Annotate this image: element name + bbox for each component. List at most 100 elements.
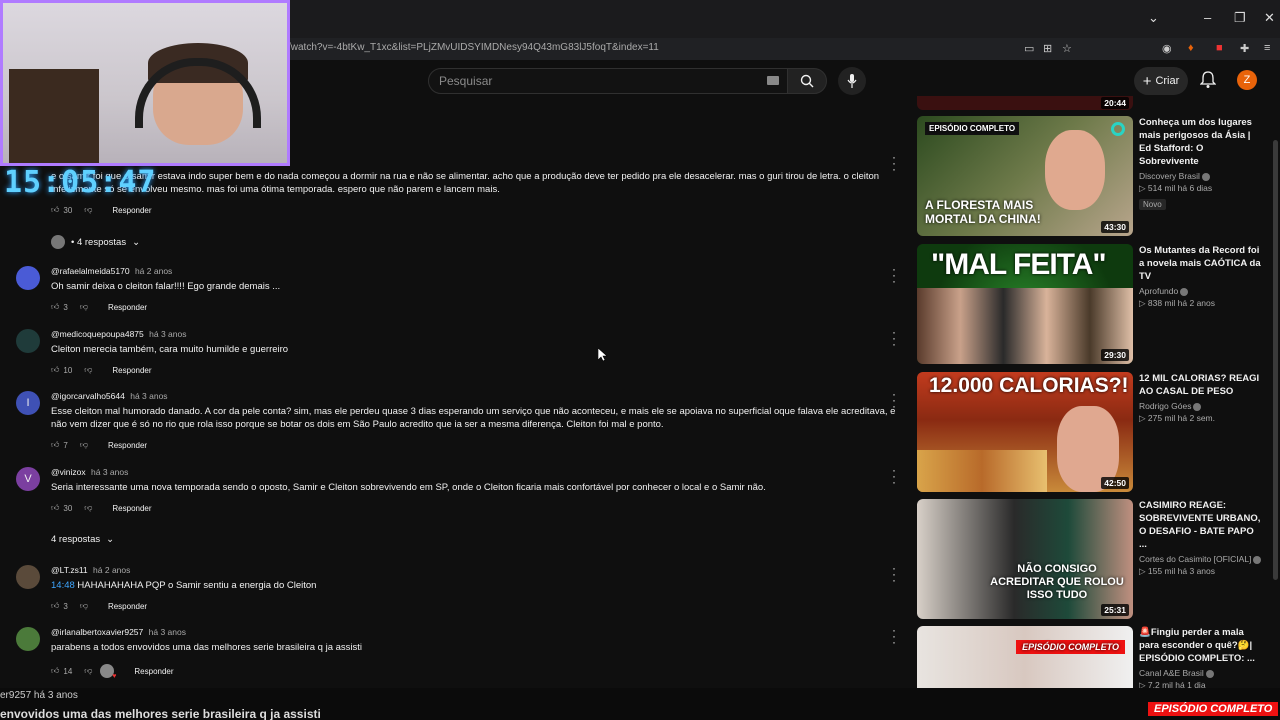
video-thumbnail[interactable]: "MAL FEITA" 29:30 (917, 244, 1133, 364)
url-text[interactable]: /watch?v=-4btKw_T1xc&list=PLjZMvUIDSYIMD… (288, 42, 659, 53)
search-input[interactable]: Pesquisar (439, 74, 492, 88)
voice-search-button[interactable] (838, 67, 866, 95)
comment: @medicoquepoupa4875 há 3 anos Cleiton me… (16, 326, 906, 379)
comment-author[interactable]: @igorcarvalho5644 (51, 391, 125, 401)
dislike-icon[interactable]: 👎︎ (80, 601, 88, 611)
comment-time[interactable]: há 3 anos (149, 329, 186, 339)
avatar[interactable] (16, 565, 40, 589)
browser-menu-icon[interactable]: ≡ (1264, 42, 1270, 54)
comment-time[interactable]: há 3 anos (130, 391, 167, 401)
search-button[interactable] (787, 68, 827, 94)
maximize-icon[interactable]: ❐ (1234, 10, 1246, 26)
dislike-icon[interactable]: 👎︎ (80, 302, 88, 312)
dislike-icon[interactable]: 👎︎ (80, 440, 88, 450)
comment-menu-icon[interactable]: · · · (892, 326, 896, 350)
keyboard-icon[interactable] (767, 76, 779, 85)
profile-icon[interactable]: ◉ (1162, 42, 1172, 55)
comment-menu-icon[interactable]: · · · (892, 624, 896, 648)
comment-menu-icon[interactable]: · · · (892, 263, 896, 287)
reply-button[interactable]: Responder (134, 667, 173, 676)
channel-name[interactable]: Canal A&E Brasil (1139, 668, 1204, 678)
video-thumbnail[interactable]: 12.000 CALORIAS?! 42:50 (917, 372, 1133, 492)
account-avatar[interactable]: Z (1237, 70, 1257, 90)
reply-button[interactable]: Responder (112, 366, 151, 375)
channel-name[interactable]: Cortes do Casimito [OFICIAL] (1139, 554, 1251, 564)
channel-name[interactable]: Rodrigo Góes (1139, 401, 1191, 411)
webcam-overlay (0, 0, 290, 166)
video-title[interactable]: 🚨Fingiu perder a mala para esconder o qu… (1139, 626, 1263, 665)
create-button[interactable]: + Criar (1134, 67, 1188, 95)
dislike-icon[interactable]: 👎︎ (84, 365, 92, 375)
comment-menu-icon[interactable]: · · · (892, 388, 896, 412)
comment-menu-icon[interactable]: · · · (892, 464, 896, 488)
avatar[interactable] (16, 329, 40, 353)
extension-fox-icon[interactable]: ♦ (1188, 42, 1194, 54)
bookmark-star-icon[interactable]: ☆ (1062, 42, 1072, 55)
timestamp-link[interactable]: 14:48 (51, 580, 75, 591)
extensions-puzzle-icon[interactable]: ✚ (1240, 42, 1249, 55)
like-icon[interactable]: 👍︎ (51, 440, 59, 450)
video-thumbnail[interactable]: 20:44 (917, 96, 1133, 110)
video-thumbnail[interactable]: NÃO CONSIGO ACREDITAR QUE ROLOU ISSO TUD… (917, 499, 1133, 619)
reply-button[interactable]: Responder (112, 504, 151, 513)
related-video[interactable]: EPISÓDIO COMPLETO 🚨Fingiu perder a mala … (917, 626, 1263, 692)
reply-button[interactable]: Responder (112, 206, 151, 215)
comment-time[interactable]: há 2 anos (135, 266, 172, 276)
comment-author[interactable]: @rafaelalmeida5170 (51, 266, 130, 276)
replies-toggle[interactable]: 4 respostas ⌄ (51, 534, 114, 545)
like-count: 7 (63, 440, 68, 450)
comment-time[interactable]: há 3 anos (149, 627, 186, 637)
like-count: 30 (63, 205, 73, 215)
comment-author[interactable]: @vinizox (51, 467, 86, 477)
video-title[interactable]: Conheça um dos lugares mais perigosos da… (1139, 116, 1263, 168)
reply-button[interactable]: Responder (108, 602, 147, 611)
search-box[interactable]: Pesquisar (428, 68, 788, 94)
partial-video[interactable]: 20:44 (917, 96, 1263, 110)
notifications-bell-icon[interactable] (1200, 71, 1216, 89)
page-scrollbar[interactable] (1273, 140, 1278, 580)
thumb-caption: EPISÓDIO COMPLETO (1016, 640, 1125, 654)
related-video[interactable]: 12.000 CALORIAS?! 42:50 12 MIL CALORIAS?… (917, 372, 1263, 492)
close-icon[interactable]: ✕ (1264, 10, 1275, 26)
dislike-icon[interactable]: 👎︎ (84, 666, 92, 676)
dislike-icon[interactable]: 👎︎ (84, 503, 92, 513)
cast-icon[interactable]: ▭ (1024, 42, 1034, 55)
like-icon[interactable]: 👍︎ (51, 503, 59, 513)
comment-menu-icon[interactable]: · · · (892, 562, 896, 586)
related-video[interactable]: "MAL FEITA" 29:30 Os Mutantes da Record … (917, 244, 1263, 364)
related-video[interactable]: NÃO CONSIGO ACREDITAR QUE ROLOU ISSO TUD… (917, 499, 1263, 619)
reply-button[interactable]: Responder (108, 303, 147, 312)
comment-author[interactable]: @irlanalbertoxavier9257 (51, 627, 143, 637)
video-title[interactable]: Os Mutantes da Record foi a novela mais … (1139, 244, 1263, 283)
channel-name[interactable]: Discovery Brasil (1139, 171, 1200, 181)
install-icon[interactable]: ⊞ (1043, 42, 1052, 55)
minimize-icon[interactable]: – (1204, 10, 1211, 25)
like-icon[interactable]: 👍︎ (51, 365, 59, 375)
channel-name[interactable]: Aprofundo (1139, 286, 1178, 296)
like-icon[interactable]: 👍︎ (51, 666, 59, 676)
dislike-icon[interactable]: 👎︎ (84, 205, 92, 215)
video-thumbnail[interactable]: EPISÓDIO COMPLETO A FLORESTA MAIS MORTAL… (917, 116, 1133, 236)
comment-time[interactable]: há 2 anos (93, 565, 130, 575)
comment-author[interactable]: @LT.zs11 (51, 565, 88, 575)
video-title[interactable]: CASIMIRO REAGE: SOBREVIVENTE URBANO, O D… (1139, 499, 1263, 551)
comment-author[interactable]: @medicoquepoupa4875 (51, 329, 144, 339)
replies-toggle[interactable]: • 4 respostas ⌄ (51, 235, 140, 249)
video-thumbnail[interactable]: EPISÓDIO COMPLETO (917, 626, 1133, 692)
comment-menu-icon[interactable]: · · · (892, 151, 896, 175)
tab-list-icon[interactable]: ⌄ (1148, 10, 1159, 26)
comment-time[interactable]: há 3 anos (91, 467, 128, 477)
extension-red-icon[interactable]: ■ (1216, 42, 1223, 54)
avatar[interactable] (16, 627, 40, 651)
video-title[interactable]: 12 MIL CALORIAS? REAGI AO CASAL DE PESO (1139, 372, 1263, 398)
thumb-caption: A FLORESTA MAIS MORTAL DA CHINA! (925, 198, 1041, 226)
comment-actions: 👍︎ 7 👎︎ Responder (51, 440, 147, 450)
related-video[interactable]: EPISÓDIO COMPLETO A FLORESTA MAIS MORTAL… (917, 116, 1263, 236)
avatar[interactable]: V (16, 467, 40, 491)
like-icon[interactable]: 👍︎ (51, 302, 59, 312)
like-icon[interactable]: 👍︎ (51, 601, 59, 611)
avatar[interactable]: I (16, 391, 40, 415)
reply-button[interactable]: Responder (108, 441, 147, 450)
like-icon[interactable]: 👍︎ (51, 205, 59, 215)
avatar[interactable] (16, 266, 40, 290)
